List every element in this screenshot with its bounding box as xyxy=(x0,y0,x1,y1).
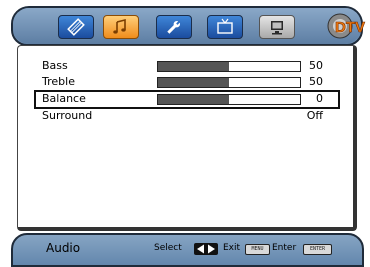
music-note-icon xyxy=(113,18,126,34)
menu-row-bass[interactable]: Bass 50 xyxy=(18,58,353,74)
bass-value: 50 xyxy=(309,59,323,72)
monitor-icon xyxy=(271,21,283,35)
treble-value: 50 xyxy=(309,75,323,88)
menu-row-balance[interactable]: Balance 0 xyxy=(18,90,353,109)
tab-audio[interactable] xyxy=(103,15,139,39)
tab-channel[interactable] xyxy=(207,15,243,39)
tab-picture[interactable] xyxy=(58,15,94,39)
bass-slider[interactable] xyxy=(157,61,301,72)
enter-hint-label: Enter xyxy=(272,243,297,253)
menu-key-icon: MENU xyxy=(245,244,270,255)
surround-label: Surround xyxy=(42,109,93,122)
bass-label: Bass xyxy=(42,59,68,72)
audio-menu-panel: Bass 50 Treble 50 Balance 0 Surround Off xyxy=(17,45,357,231)
dtv-logo-icon: DTV xyxy=(327,13,365,39)
left-right-arrows-icon xyxy=(194,243,218,255)
surround-value: Off xyxy=(306,109,323,122)
select-hint-label: Select xyxy=(154,243,182,253)
tab-pc[interactable] xyxy=(259,15,295,39)
balance-value: 0 xyxy=(316,92,323,105)
menu-tab-bar: DTV xyxy=(11,6,365,46)
osd-frame: DTV Bass 50 Treble 50 Balance 0 Surround… xyxy=(0,0,370,267)
dtv-logo-text: DTV xyxy=(335,19,365,36)
enter-key-icon: ENTER xyxy=(303,244,332,255)
menu-title: Audio xyxy=(46,241,81,255)
menu-row-surround[interactable]: Surround Off xyxy=(18,108,353,124)
tv-icon xyxy=(217,18,233,34)
treble-label: Treble xyxy=(42,75,75,88)
tab-setup[interactable] xyxy=(156,15,192,39)
status-bar: Audio Select Exit MENU Enter ENTER xyxy=(11,233,364,267)
wrench-icon xyxy=(167,20,181,34)
balance-slider[interactable] xyxy=(157,94,301,105)
treble-slider[interactable] xyxy=(157,77,301,88)
menu-row-treble[interactable]: Treble 50 xyxy=(18,74,353,90)
film-icon xyxy=(67,18,85,36)
exit-hint-label: Exit xyxy=(223,243,241,253)
balance-label: Balance xyxy=(42,92,86,105)
